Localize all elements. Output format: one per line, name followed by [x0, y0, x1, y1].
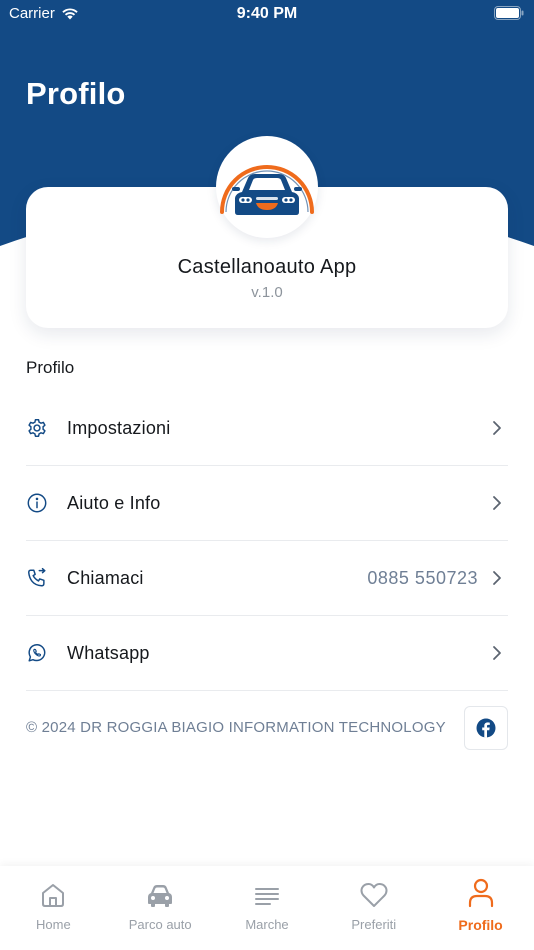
- whatsapp-icon: [26, 642, 48, 664]
- status-bar: Carrier 9:40 PM: [0, 0, 534, 28]
- tab-preferiti[interactable]: Preferiti: [320, 866, 427, 950]
- app-logo: [216, 136, 318, 238]
- tab-label: Parco auto: [128, 917, 192, 932]
- tab-home[interactable]: Home: [0, 866, 107, 950]
- menu-item-label: Whatsapp: [67, 642, 150, 663]
- chevron-right-icon: [493, 646, 501, 660]
- list-icon: [252, 880, 282, 910]
- info-icon: [26, 492, 48, 514]
- app-name: Castellanoauto App: [177, 256, 357, 278]
- heart-icon: [359, 880, 389, 910]
- tab-label: Home: [36, 917, 71, 932]
- page-title: Profilo: [26, 76, 126, 111]
- section-title: Profilo: [26, 358, 75, 377]
- menu-item-label: Impostazioni: [67, 417, 171, 438]
- tab-label: Profilo: [458, 917, 503, 933]
- home-icon: [38, 880, 68, 910]
- menu-item-label: Aiuto e Info: [67, 492, 161, 513]
- menu-item-aiuto-info[interactable]: Aiuto e Info: [26, 466, 508, 541]
- menu-item-chiamaci[interactable]: Chiamaci 0885 550723: [26, 541, 508, 616]
- status-time: 9:40 PM: [236, 5, 298, 22]
- menu-item-impostazioni[interactable]: Impostazioni: [26, 391, 508, 466]
- tab-label: Marche: [245, 917, 289, 932]
- chevron-right-icon: [493, 571, 501, 585]
- tab-label: Preferiti: [351, 917, 397, 932]
- tab-marche[interactable]: Marche: [214, 866, 321, 950]
- car-logo-icon: [220, 165, 314, 215]
- footer: © 2024 DR ROGGIA BIAGIO INFORMATION TECH…: [26, 706, 508, 750]
- menu-item-label: Chiamaci: [67, 567, 144, 588]
- settings-menu: Impostazioni Aiuto e Info Chiamaci 0885 …: [26, 391, 508, 691]
- tab-bar: Home Parco auto Marche Preferiti Profilo: [0, 866, 534, 950]
- chevron-right-icon: [493, 496, 501, 510]
- tab-profilo[interactable]: Profilo: [427, 866, 534, 950]
- menu-item-whatsapp[interactable]: Whatsapp: [26, 616, 508, 691]
- battery-icon: [494, 6, 524, 20]
- gear-icon: [26, 417, 48, 439]
- facebook-button[interactable]: [464, 706, 508, 750]
- phone-icon: [26, 567, 48, 589]
- chevron-right-icon: [493, 421, 501, 435]
- tab-parco-auto[interactable]: Parco auto: [107, 866, 214, 950]
- car-icon: [145, 880, 175, 910]
- phone-number[interactable]: 0885 550723: [367, 568, 478, 589]
- facebook-icon: [476, 718, 496, 738]
- copyright-text: © 2024 DR ROGGIA BIAGIO INFORMATION TECH…: [26, 719, 446, 736]
- user-icon: [466, 878, 496, 908]
- app-version: v.1.0: [251, 284, 283, 301]
